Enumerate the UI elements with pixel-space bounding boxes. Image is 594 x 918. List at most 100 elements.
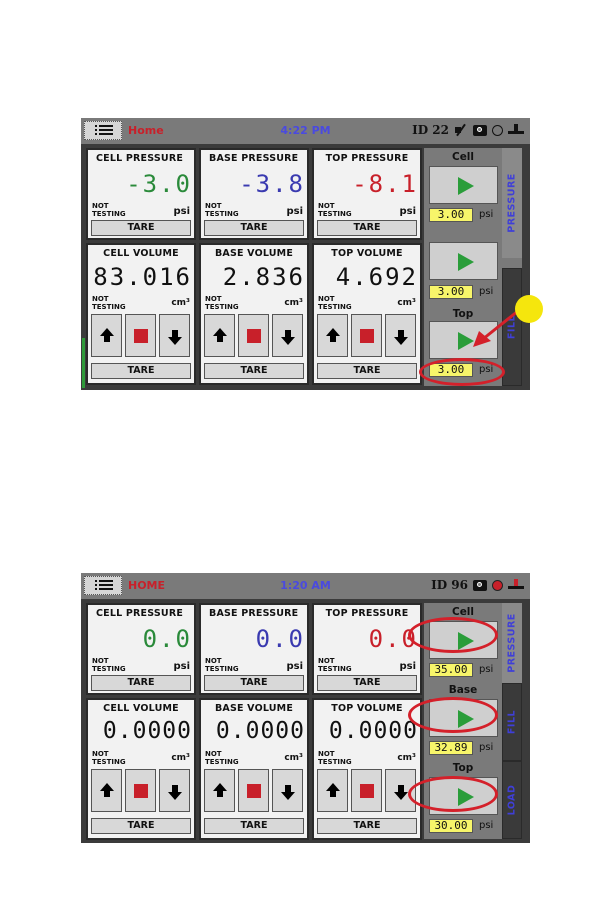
- panel-title: BASE VOLUME: [214, 703, 294, 714]
- globe-icon[interactable]: [492, 124, 503, 136]
- tare-button[interactable]: TARE: [204, 363, 304, 379]
- arrow-down-icon: [394, 785, 408, 800]
- unit-label: cm³: [284, 298, 303, 308]
- screen-2: HOME 1:20 AM ID 96 CELL PRESSURE 0.0 NOT…: [81, 573, 530, 843]
- stop-button[interactable]: [125, 314, 156, 357]
- tab-pressure[interactable]: PRESSURE: [502, 148, 522, 258]
- top-pressure-panel: TOP PRESSURE 0.0 NOT TESTING psi TARE: [312, 603, 422, 695]
- unit-label: psi: [479, 209, 494, 220]
- jog-up-button[interactable]: [317, 769, 348, 812]
- pressure-value: 0.0: [255, 625, 305, 653]
- top-setpoint-input[interactable]: 30.00: [429, 819, 473, 833]
- volume-value: 4.692: [335, 263, 418, 291]
- tare-button[interactable]: TARE: [204, 818, 304, 834]
- base-setpoint-input[interactable]: 32.89: [429, 741, 473, 755]
- tab-label: LOAD: [506, 784, 518, 816]
- test-status: NOT TESTING: [92, 202, 126, 218]
- network-icon[interactable]: [508, 124, 524, 136]
- tare-button[interactable]: TARE: [317, 818, 417, 834]
- globe-icon[interactable]: [492, 579, 503, 591]
- stop-button[interactable]: [125, 769, 156, 812]
- tare-button[interactable]: TARE: [317, 675, 417, 691]
- test-status: NOT TESTING: [205, 202, 239, 218]
- panel-title: TOP VOLUME: [331, 248, 403, 259]
- control-label: Cell: [451, 606, 475, 618]
- stop-button[interactable]: [238, 314, 269, 357]
- jog-up-button[interactable]: [91, 769, 122, 812]
- panel-title: BASE VOLUME: [214, 248, 294, 259]
- unit-label: psi: [399, 661, 416, 672]
- control-label: Cell: [451, 151, 475, 163]
- unit-label: psi: [286, 661, 303, 672]
- tare-button[interactable]: TARE: [91, 675, 191, 691]
- panel-title: CELL PRESSURE: [96, 153, 184, 164]
- tab-label: PRESSURE: [506, 613, 518, 673]
- status-icons: ID 22: [412, 123, 524, 137]
- camera-icon[interactable]: [473, 579, 487, 591]
- device-id: ID 22: [412, 123, 449, 137]
- tare-button[interactable]: TARE: [204, 220, 304, 236]
- network-icon[interactable]: [508, 579, 524, 591]
- play-icon: [458, 177, 474, 195]
- base-setpoint-input[interactable]: 3.00: [429, 285, 473, 299]
- callout-dot: [515, 295, 543, 323]
- jog-up-button[interactable]: [91, 314, 122, 357]
- panel-title: TOP PRESSURE: [325, 153, 409, 164]
- volume-value: 0.0000: [328, 718, 418, 744]
- tare-button[interactable]: TARE: [91, 363, 191, 379]
- cell-start-button[interactable]: [429, 166, 498, 204]
- unit-label: cm³: [171, 753, 190, 763]
- cell-setpoint-input[interactable]: 3.00: [429, 208, 473, 222]
- mute-icon[interactable]: [454, 123, 468, 137]
- stop-icon: [360, 784, 374, 798]
- panel-title: CELL VOLUME: [103, 248, 179, 259]
- cell-volume-panel: CELL VOLUME 83.016 NOT TESTING cm³ TARE: [86, 243, 196, 385]
- arrow-down-icon: [168, 785, 182, 800]
- stop-button[interactable]: [238, 769, 269, 812]
- volume-value: 0.0000: [215, 718, 305, 744]
- tare-button[interactable]: TARE: [317, 220, 417, 236]
- jog-down-button[interactable]: [159, 314, 190, 357]
- test-status: NOT TESTING: [318, 202, 352, 218]
- unit-label: psi: [173, 661, 190, 672]
- tare-button[interactable]: TARE: [91, 220, 191, 236]
- tare-button[interactable]: TARE: [204, 675, 304, 691]
- base-pressure-panel: BASE PRESSURE -3.8 NOT TESTING psi TARE: [199, 148, 309, 240]
- top-volume-panel: TOP VOLUME 4.692 NOT TESTING cm³ TARE: [312, 243, 422, 385]
- tab-pressure[interactable]: PRESSURE: [502, 603, 522, 683]
- jog-down-button[interactable]: [272, 314, 303, 357]
- stop-icon: [360, 329, 374, 343]
- tare-button[interactable]: TARE: [317, 363, 417, 379]
- unit-label: psi: [399, 206, 416, 217]
- control-label: Base: [448, 684, 478, 696]
- base-start-button[interactable]: [429, 242, 498, 280]
- volume-value: 83.016: [93, 263, 192, 291]
- top-bar: HOME 1:20 AM ID 96: [81, 573, 530, 599]
- jog-up-button[interactable]: [204, 769, 235, 812]
- pressure-value: -3.8: [239, 170, 305, 198]
- jog-down-button[interactable]: [385, 314, 416, 357]
- tab-load[interactable]: LOAD: [502, 761, 522, 839]
- pressure-value: -3.0: [126, 170, 192, 198]
- volume-value: 0.0000: [102, 718, 192, 744]
- stop-button[interactable]: [351, 769, 382, 812]
- cell-volume-panel: CELL VOLUME 0.0000 NOT TESTING cm³ TARE: [86, 698, 196, 840]
- stop-button[interactable]: [351, 314, 382, 357]
- top-pressure-panel: TOP PRESSURE -8.1 NOT TESTING psi TARE: [312, 148, 422, 240]
- tare-button[interactable]: TARE: [91, 818, 191, 834]
- jog-up-button[interactable]: [317, 314, 348, 357]
- tab-fill[interactable]: FILL: [502, 683, 522, 761]
- status-icons: ID 96: [431, 578, 524, 592]
- cell-pressure-panel: CELL PRESSURE -3.0 NOT TESTING psi TARE: [86, 148, 196, 240]
- cell-setpoint-input[interactable]: 35.00: [429, 663, 473, 677]
- jog-up-button[interactable]: [204, 314, 235, 357]
- control-label: Top: [452, 762, 474, 774]
- arrow-down-icon: [281, 330, 295, 345]
- highlight-ring: [408, 776, 498, 812]
- panel-title: TOP PRESSURE: [325, 608, 409, 619]
- jog-down-button[interactable]: [272, 769, 303, 812]
- jog-down-button[interactable]: [159, 769, 190, 812]
- pressure-value: 0.0: [142, 625, 192, 653]
- camera-icon[interactable]: [473, 124, 487, 136]
- highlight-ring: [419, 358, 505, 386]
